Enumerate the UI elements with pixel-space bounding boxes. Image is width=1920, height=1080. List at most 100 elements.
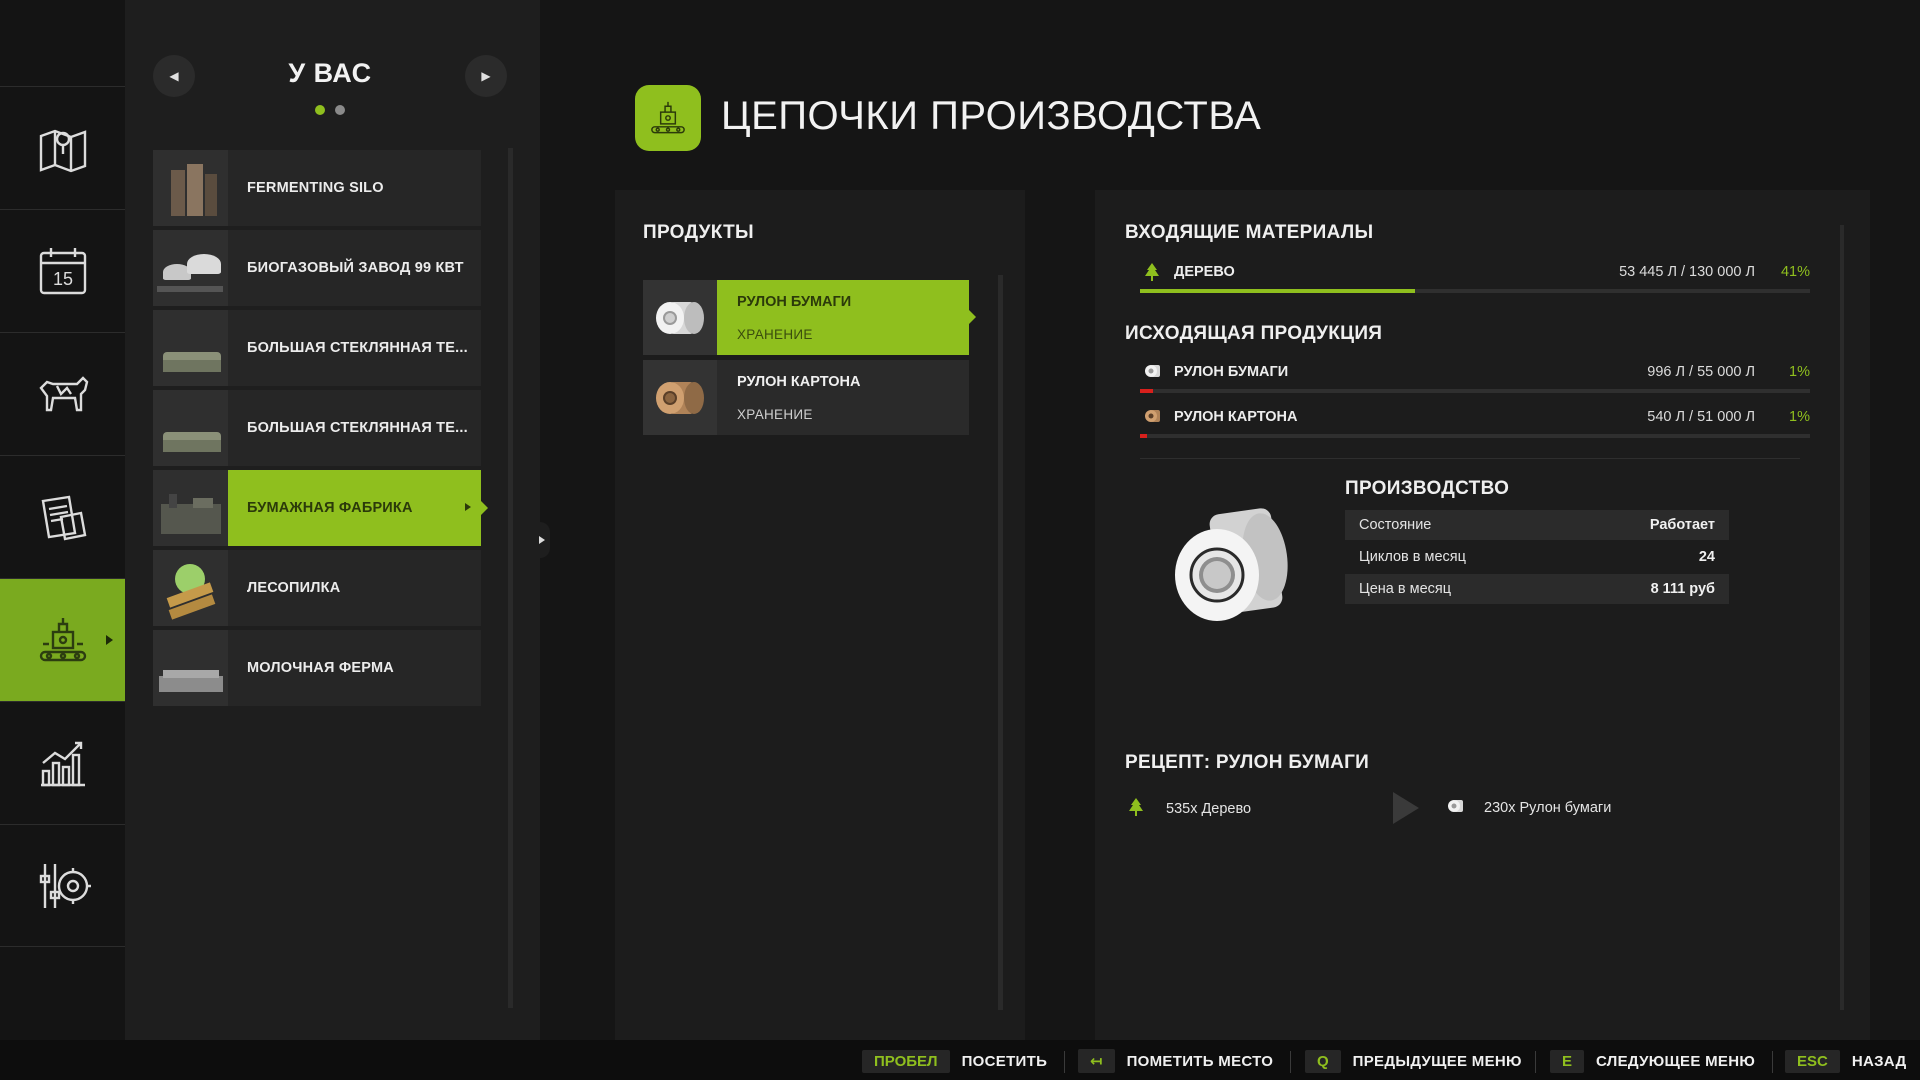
fill-bar bbox=[1140, 289, 1810, 293]
output-row: РУЛОН БУМАГИ 996 Л / 55 000 Л 1% bbox=[1140, 364, 1810, 386]
statistics-icon bbox=[40, 741, 85, 787]
fill-bar-level bbox=[1140, 389, 1154, 393]
production-chains-icon bbox=[635, 85, 701, 151]
biogas-plant-thumbnail bbox=[153, 230, 228, 306]
material-amount: 53 445 Л / 130 000 Л bbox=[1619, 264, 1755, 280]
facility-label: БУМАЖНАЯ ФАБРИКА bbox=[247, 500, 413, 516]
chevron-right-icon bbox=[465, 503, 471, 511]
cycles-label: Циклов в месяц bbox=[1359, 549, 1466, 565]
arrow-right-icon bbox=[1393, 792, 1419, 824]
product-name: РУЛОН БУМАГИ bbox=[737, 294, 852, 310]
separator bbox=[1290, 1051, 1291, 1073]
facility-item[interactable]: БОЛЬШАЯ СТЕКЛЯННАЯ ТЕ... bbox=[153, 310, 481, 386]
nav-calendar[interactable]: 15 bbox=[0, 209, 125, 332]
dairy-farm-thumbnail bbox=[153, 630, 228, 706]
material-name: РУЛОН КАРТОНА bbox=[1174, 409, 1298, 425]
next-page-button[interactable]: ▶ bbox=[465, 55, 507, 97]
nav-animals[interactable] bbox=[0, 332, 125, 455]
material-percent: 1% bbox=[1789, 409, 1810, 425]
production-row-cycles: Циклов в месяц 24 bbox=[1345, 542, 1729, 572]
hint-label: НАЗАД bbox=[1851, 1052, 1907, 1070]
hint-label: ПОМЕТИТЬ МЕСТО bbox=[1126, 1052, 1274, 1070]
map-icon bbox=[39, 129, 86, 173]
fill-bar-level bbox=[1140, 434, 1147, 438]
settings-icon bbox=[39, 863, 91, 908]
products-scrollbar[interactable] bbox=[998, 275, 1003, 1010]
facility-label: FERMENTING SILO bbox=[247, 180, 384, 196]
nav-production[interactable] bbox=[0, 578, 125, 701]
tree-icon bbox=[1128, 797, 1144, 821]
hint-next-menu[interactable]: E СЛЕДУЮЩЕЕ МЕНЮ bbox=[1550, 1049, 1755, 1073]
page-title: ЦЕПОЧКИ ПРОИЗВОДСТВА bbox=[721, 94, 1262, 138]
details-scrollbar[interactable] bbox=[1840, 225, 1844, 1010]
greenhouse-thumbnail bbox=[153, 310, 228, 386]
nav-contracts[interactable] bbox=[0, 455, 125, 578]
production-icon bbox=[39, 618, 86, 662]
contracts-icon bbox=[41, 495, 86, 541]
hint-label: ПРЕДЫДУЩЕЕ МЕНЮ bbox=[1352, 1052, 1522, 1070]
recipe-input-text: 535x Дерево bbox=[1166, 801, 1252, 817]
calendar-icon: 15 bbox=[39, 248, 86, 295]
svg-text:15: 15 bbox=[52, 269, 72, 289]
material-percent: 41% bbox=[1780, 264, 1810, 280]
collapse-panel-button[interactable] bbox=[530, 522, 550, 558]
cardboard-roll-icon bbox=[1144, 407, 1164, 430]
page-dot[interactable] bbox=[335, 105, 345, 115]
production-row-cost: Цена в месяц 8 111 руб bbox=[1345, 574, 1729, 604]
recipe-input: 535x Дерево bbox=[1128, 797, 1251, 821]
material-amount: 996 Л / 55 000 Л bbox=[1647, 364, 1755, 380]
fill-bar-level bbox=[1140, 289, 1415, 293]
key-label: ПРОБЕЛ bbox=[862, 1049, 950, 1073]
facility-item[interactable]: ЛЕСОПИЛКА bbox=[153, 550, 481, 626]
product-item[interactable]: РУЛОН КАРТОНА ХРАНЕНИЕ bbox=[643, 360, 969, 435]
facility-item[interactable]: БОЛЬШАЯ СТЕКЛЯННАЯ ТЕ... bbox=[153, 390, 481, 466]
facility-item[interactable]: БИОГАЗОВЫЙ ЗАВОД 99 КВТ bbox=[153, 230, 481, 306]
hint-label: ПОСЕТИТЬ bbox=[961, 1052, 1048, 1070]
facilities-title: У ВАС bbox=[288, 58, 372, 88]
hint-visit[interactable]: ПРОБЕЛ ПОСЕТИТЬ bbox=[862, 1049, 1047, 1073]
material-amount: 540 Л / 51 000 Л bbox=[1647, 409, 1755, 425]
key-label: ↤ bbox=[1078, 1049, 1115, 1073]
nav-map[interactable] bbox=[0, 86, 125, 209]
recipe-output-text: 230x Рулон бумаги bbox=[1484, 800, 1612, 816]
cardboard-roll-icon bbox=[643, 360, 717, 435]
separator bbox=[1772, 1051, 1773, 1073]
divider bbox=[1140, 458, 1800, 459]
prev-page-button[interactable]: ◀ bbox=[153, 55, 195, 97]
fill-bar bbox=[1140, 389, 1810, 393]
product-subtitle: ХРАНЕНИЕ bbox=[737, 407, 813, 422]
facility-label: БОЛЬШАЯ СТЕКЛЯННАЯ ТЕ... bbox=[247, 420, 468, 436]
page-dot-active[interactable] bbox=[315, 105, 325, 115]
facility-item[interactable]: FERMENTING SILO bbox=[153, 150, 481, 226]
animals-icon bbox=[38, 376, 88, 412]
separator bbox=[1535, 1051, 1536, 1073]
separator bbox=[1064, 1051, 1065, 1073]
inputs-heading: ВХОДЯЩИЕ МАТЕРИАЛЫ bbox=[1125, 222, 1374, 243]
facility-label: БОЛЬШАЯ СТЕКЛЯННАЯ ТЕ... bbox=[247, 340, 468, 356]
product-subtitle: ХРАНЕНИЕ bbox=[737, 327, 813, 342]
greenhouse-thumbnail bbox=[153, 390, 228, 466]
product-item-selected[interactable]: РУЛОН БУМАГИ ХРАНЕНИЕ bbox=[643, 280, 976, 355]
output-row: РУЛОН КАРТОНА 540 Л / 51 000 Л 1% bbox=[1140, 409, 1810, 431]
facilities-scrollbar[interactable] bbox=[508, 148, 513, 1008]
product-name: РУЛОН КАРТОНА bbox=[737, 374, 861, 390]
hint-label: СЛЕДУЮЩЕЕ МЕНЮ bbox=[1596, 1052, 1756, 1070]
tree-icon bbox=[1144, 262, 1160, 287]
paper-mill-thumbnail bbox=[153, 470, 228, 546]
sawmill-thumbnail bbox=[153, 550, 228, 626]
nav-settings[interactable] bbox=[0, 824, 125, 947]
cost-value: 8 111 руб bbox=[1650, 581, 1715, 597]
nav-statistics[interactable] bbox=[0, 701, 125, 824]
products-heading: ПРОДУКТЫ bbox=[643, 222, 754, 243]
hint-prev-menu[interactable]: Q ПРЕДЫДУЩЕЕ МЕНЮ bbox=[1305, 1049, 1522, 1073]
paper-roll-large-icon bbox=[1155, 505, 1315, 640]
production-row-status: Состояние Работает bbox=[1345, 510, 1729, 540]
facility-item-selected[interactable]: БУМАЖНАЯ ФАБРИКА bbox=[153, 470, 488, 546]
outputs-heading: ИСХОДЯЩАЯ ПРОДУКЦИЯ bbox=[1125, 323, 1383, 344]
facility-item[interactable]: МОЛОЧНАЯ ФЕРМА bbox=[153, 630, 481, 706]
material-percent: 1% bbox=[1789, 364, 1810, 380]
input-row: ДЕРЕВО 53 445 Л / 130 000 Л 41% bbox=[1140, 262, 1810, 287]
key-label: E bbox=[1550, 1049, 1585, 1073]
hint-mark-place[interactable]: ↤ ПОМЕТИТЬ МЕСТО bbox=[1078, 1049, 1273, 1073]
hint-back[interactable]: ESC НАЗАД bbox=[1785, 1049, 1906, 1073]
